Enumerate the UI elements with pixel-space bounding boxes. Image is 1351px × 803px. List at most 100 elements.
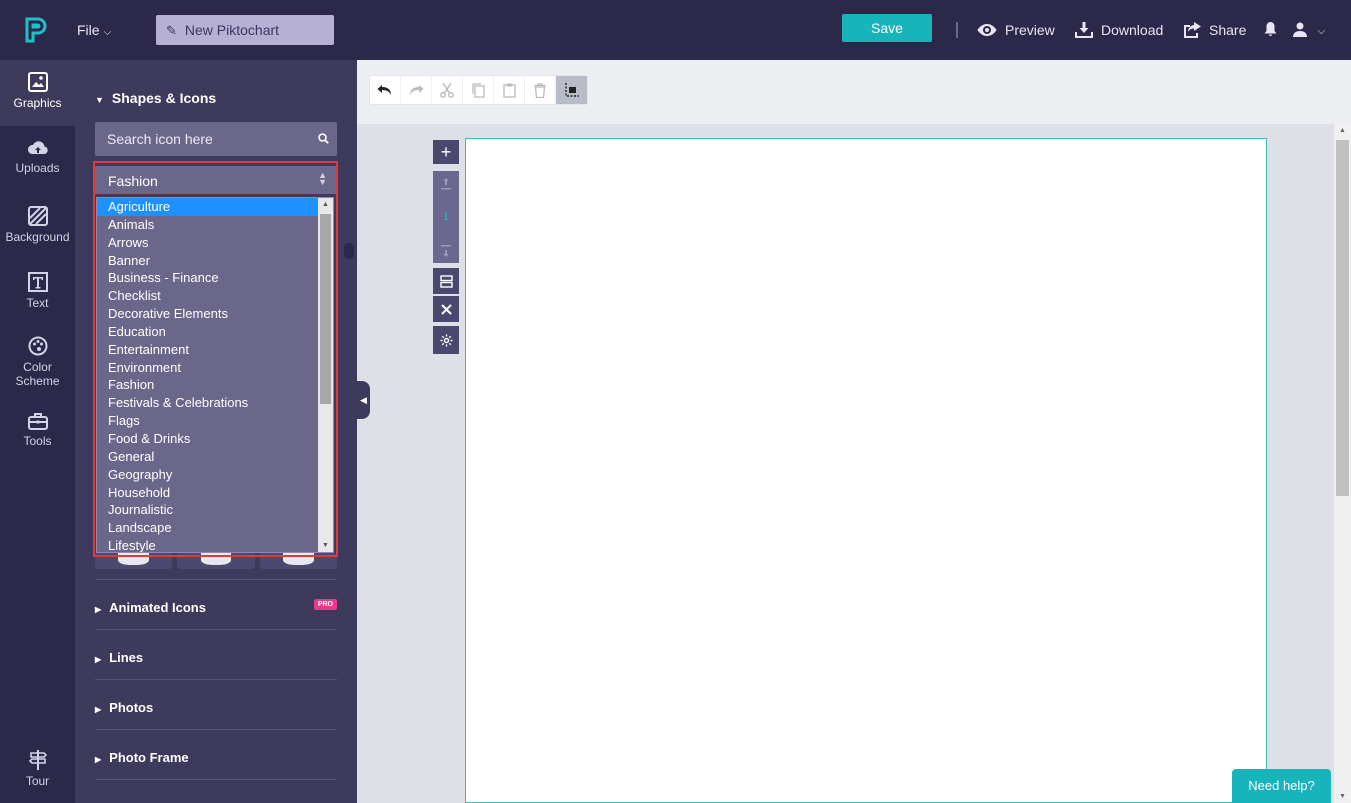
section-lines[interactable]: ▶ Lines xyxy=(95,629,337,679)
add-block-button[interactable]: + xyxy=(433,140,459,164)
category-option[interactable]: Checklist xyxy=(97,287,319,305)
delete-button[interactable] xyxy=(525,76,556,104)
rail-item-background[interactable]: Background xyxy=(0,206,75,244)
bell-icon[interactable] xyxy=(1264,22,1277,37)
canvas-page[interactable] xyxy=(465,138,1267,803)
category-option[interactable]: Food & Drinks xyxy=(97,430,319,448)
edit-tools xyxy=(369,75,588,105)
section-photo-frame[interactable]: ▶ Photo Frame xyxy=(95,729,337,779)
category-option[interactable]: Landscape xyxy=(97,519,319,537)
section-label: Photos xyxy=(109,700,154,715)
graphics-icon xyxy=(27,72,48,92)
icon-thumbnail[interactable] xyxy=(259,553,337,569)
chevron-down-icon: ⌵ xyxy=(1317,26,1326,37)
icon-thumbnails xyxy=(95,553,337,569)
icon-thumbnail[interactable] xyxy=(177,553,255,569)
share-button[interactable]: Share xyxy=(1184,22,1246,38)
rail-item-graphics[interactable]: Graphics xyxy=(0,60,75,126)
rail-item-uploads[interactable]: Uploads xyxy=(0,140,75,175)
rail-item-label: Background xyxy=(5,230,70,244)
user-icon xyxy=(1293,22,1307,37)
scrollbar-thumb[interactable] xyxy=(320,214,331,404)
copy-button[interactable] xyxy=(463,76,494,104)
pro-badge: PRO xyxy=(313,599,337,610)
scroll-down-icon[interactable]: ▼ xyxy=(1339,793,1346,800)
category-option[interactable]: Business - Finance xyxy=(97,269,319,287)
caret-right-icon: ▶ xyxy=(95,605,102,614)
category-option[interactable]: Agriculture xyxy=(97,198,319,216)
panel-handle xyxy=(344,243,354,259)
download-button[interactable]: Download xyxy=(1075,22,1163,38)
redo-button[interactable] xyxy=(401,76,432,104)
search-icon[interactable] xyxy=(318,133,329,144)
category-option[interactable]: Flags xyxy=(97,412,319,430)
document-title-field[interactable]: ✎ New Piktochart xyxy=(156,15,334,45)
category-option[interactable]: Festivals & Celebrations xyxy=(97,394,319,412)
pencil-icon: ✎ xyxy=(166,23,177,38)
category-option[interactable]: Journalistic xyxy=(97,501,319,519)
gear-icon xyxy=(440,334,452,346)
rail-item-label: Color xyxy=(23,360,52,374)
document-title: New Piktochart xyxy=(184,22,280,38)
divider xyxy=(956,22,958,38)
category-option[interactable]: Education xyxy=(97,323,319,341)
arrange-icon xyxy=(564,83,579,97)
cut-button[interactable] xyxy=(432,76,463,104)
rail-item-color-scheme[interactable]: Color Scheme xyxy=(0,336,75,388)
category-option[interactable]: Arrows xyxy=(97,234,319,252)
save-button[interactable]: Save xyxy=(842,14,932,42)
category-dropdown-list[interactable]: Agriculture Animals Arrows Banner Business -… xyxy=(96,197,334,553)
arrange-button[interactable] xyxy=(556,76,587,104)
section-label: Animated Icons xyxy=(109,600,206,615)
category-option[interactable]: Decorative Elements xyxy=(97,305,319,323)
preview-button[interactable]: Preview xyxy=(977,22,1055,38)
caret-left-icon: ◀ xyxy=(360,395,367,405)
duplicate-block-button[interactable] xyxy=(433,268,459,294)
delete-block-button[interactable] xyxy=(433,296,459,322)
dropdown-scrollbar[interactable]: ▲ ▼ xyxy=(318,198,333,552)
download-label: Download xyxy=(1101,22,1164,38)
rail-item-label: Text xyxy=(26,296,49,310)
rail-item-tour[interactable]: Tour xyxy=(0,750,75,788)
move-block-up-button[interactable] xyxy=(433,171,459,198)
category-select[interactable]: Fashion ▲ ▼ xyxy=(95,166,337,194)
duplicate-icon xyxy=(439,274,453,288)
rail-item-text[interactable]: Text xyxy=(0,272,75,310)
icon-thumbnail[interactable] xyxy=(95,553,173,569)
rail-item-label: Graphics xyxy=(13,96,62,110)
need-help-button[interactable]: Need help? xyxy=(1232,769,1331,803)
piktochart-logo[interactable] xyxy=(24,17,48,43)
block-settings-button[interactable] xyxy=(433,326,459,354)
close-icon xyxy=(440,303,452,315)
page-number: 1 xyxy=(442,211,450,223)
search-input[interactable] xyxy=(95,122,305,156)
scroll-down-icon[interactable]: ▼ xyxy=(322,542,329,549)
move-block-down-button[interactable] xyxy=(433,236,459,263)
category-option[interactable]: General xyxy=(97,448,319,466)
scrollbar-thumb[interactable] xyxy=(1336,140,1349,496)
user-menu[interactable]: ⌵ xyxy=(1293,22,1325,42)
palette-icon xyxy=(28,336,47,356)
category-options: Agriculture Animals Arrows Banner Business -… xyxy=(97,198,333,552)
category-option[interactable]: Household xyxy=(97,484,319,502)
scroll-up-icon[interactable]: ▲ xyxy=(322,201,329,208)
category-option[interactable]: Animals xyxy=(97,216,319,234)
signpost-icon xyxy=(28,750,47,770)
rail-item-tools[interactable]: Tools xyxy=(0,412,75,448)
caret-down-icon: ▼ xyxy=(95,95,104,105)
scroll-up-icon[interactable]: ▲ xyxy=(1339,127,1346,134)
category-option[interactable]: Geography xyxy=(97,466,319,484)
canvas-scrollbar[interactable]: ▲ ▼ xyxy=(1334,124,1351,803)
collapse-panel-button[interactable]: ◀ xyxy=(357,381,370,419)
paste-button[interactable] xyxy=(494,76,525,104)
category-option[interactable]: Entertainment xyxy=(97,341,319,359)
file-menu[interactable]: File ⌵ xyxy=(77,22,111,38)
section-animated-icons[interactable]: ▶ Animated Icons PRO xyxy=(95,579,337,629)
undo-button[interactable] xyxy=(370,76,401,104)
section-shapes-icons-header[interactable]: ▼ Shapes & Icons xyxy=(95,90,216,106)
section-photos[interactable]: ▶ Photos xyxy=(95,679,337,729)
category-option[interactable]: Lifestyle xyxy=(97,537,319,552)
category-option[interactable]: Fashion xyxy=(97,376,319,394)
category-option[interactable]: Environment xyxy=(97,359,319,377)
category-option[interactable]: Banner xyxy=(97,252,319,270)
